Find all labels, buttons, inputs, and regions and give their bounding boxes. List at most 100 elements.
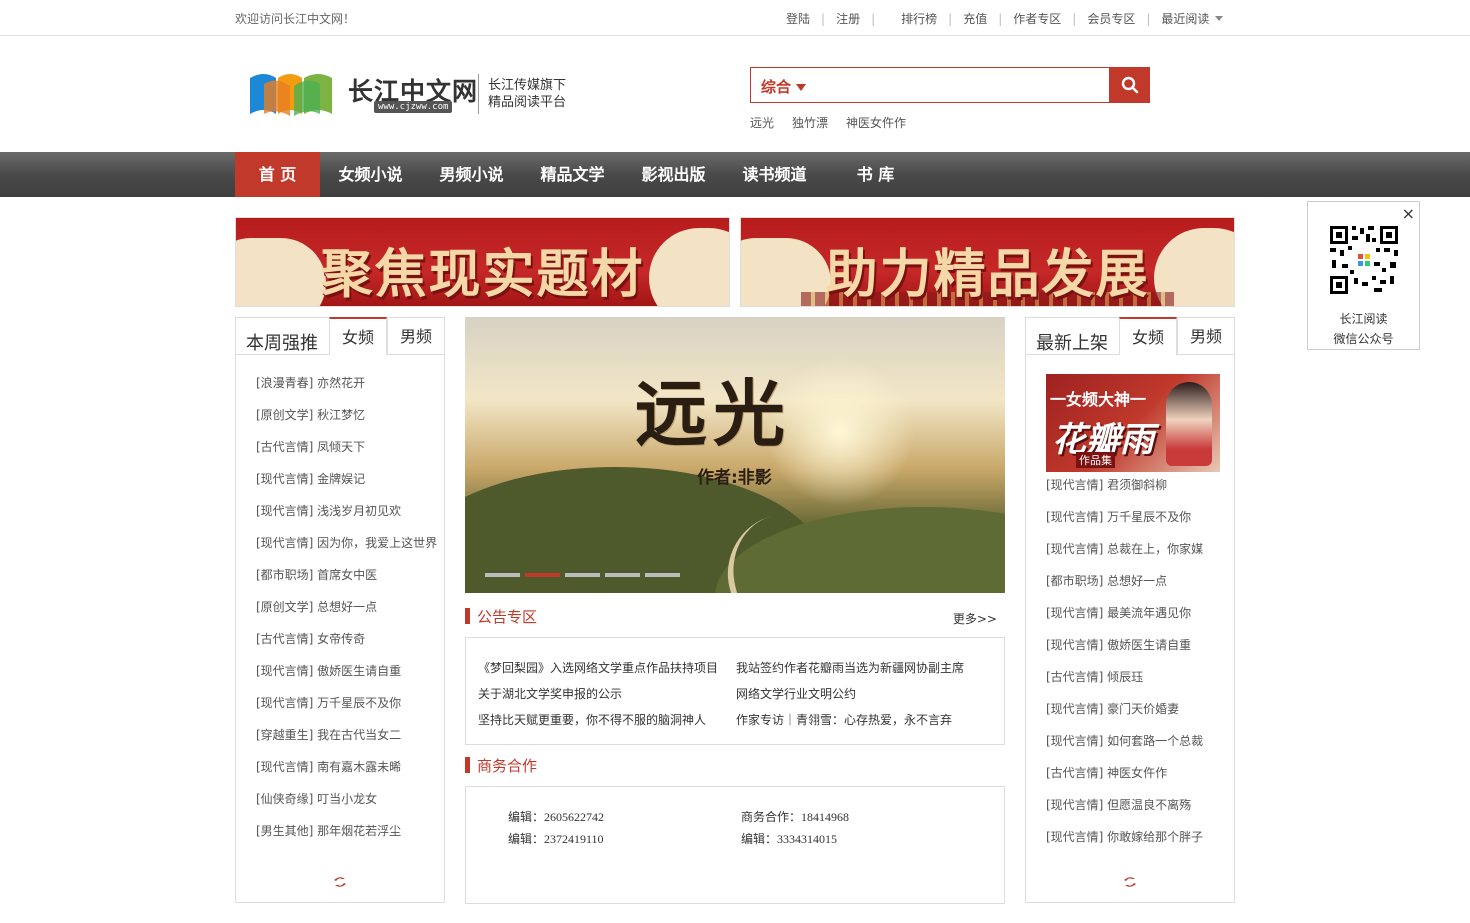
more-link[interactable]: 更多>>: [953, 610, 997, 627]
qr-code-icon: [1328, 224, 1400, 296]
top-links: 登陆 | 注册 | 排行榜 | 充值 | 作者专区 | 会员专区 | 最近阅读: [786, 10, 1224, 27]
list-item[interactable]: [现代言情] 因为你，我爱上这世界: [256, 527, 437, 559]
search-input[interactable]: [817, 72, 1102, 98]
ranking-link[interactable]: 排行榜: [901, 10, 937, 27]
notice-item[interactable]: 《梦回梨园》入选网络文学重点作品扶持项目: [478, 659, 718, 676]
panel-footer-logo-icon: [236, 876, 444, 892]
separator: |: [821, 11, 826, 26]
hotword-link[interactable]: 神医女仵作: [846, 114, 906, 131]
list-item[interactable]: [现代言情] 万千星辰不及你: [256, 687, 437, 719]
contact-item: 商务合作：18414968: [741, 810, 850, 824]
list-item[interactable]: [现代言情] 但愿温良不离殇: [1046, 789, 1203, 821]
nav-male[interactable]: 男频小说: [421, 152, 522, 197]
slogan-line-1: 长江传媒旗下: [488, 78, 567, 93]
qr-label-wechat: 微信公众号: [1333, 332, 1394, 346]
site-logo[interactable]: 长江中文网 www.cjzww.com 长江传媒旗下 精品阅读平台: [246, 64, 576, 120]
banner-realism[interactable]: 聚焦现实题材: [235, 217, 730, 307]
cover-line-1: 一女频大神一: [1050, 390, 1147, 409]
list-item[interactable]: [现代言情] 如何套路一个总裁: [1046, 725, 1203, 757]
nav-home[interactable]: 首 页: [235, 152, 320, 197]
chevron-down-icon[interactable]: [1215, 16, 1224, 21]
nav-literature[interactable]: 精品文学: [522, 152, 623, 197]
list-item[interactable]: [现代言情] 豪门天价婚妻: [1046, 693, 1203, 725]
slider-dot[interactable]: [525, 573, 560, 577]
caret-down-icon: [796, 84, 807, 91]
register-link[interactable]: 注册: [836, 10, 860, 27]
nav-film-publishing[interactable]: 影视出版: [623, 152, 724, 197]
qr-label-app: 长江阅读: [1339, 312, 1388, 326]
nav-library[interactable]: 书 库: [825, 152, 926, 197]
nav-reading-channel[interactable]: 读书频道: [724, 152, 825, 197]
author-zone-link[interactable]: 作者专区: [1013, 10, 1061, 27]
list-item[interactable]: [古代言情] 倾辰珏: [1046, 661, 1203, 693]
search-bar: 综合: [750, 67, 1150, 103]
login-link[interactable]: 登陆: [786, 10, 810, 27]
slider-dot[interactable]: [605, 573, 640, 577]
recharge-link[interactable]: 充值: [963, 10, 987, 27]
list-item[interactable]: [男生其他] 那年烟花若浮尘: [256, 815, 437, 847]
close-icon[interactable]: ×: [1402, 204, 1415, 223]
list-item[interactable]: [古代言情] 神医女仵作: [1046, 757, 1203, 789]
panel-tabs: 本周强推 女频 男频: [236, 317, 445, 355]
list-item[interactable]: [都市职场] 总想好一点: [1046, 565, 1203, 597]
separator: |: [871, 11, 876, 26]
notice-item[interactable]: 网络文学行业文明公约: [736, 685, 856, 702]
list-item[interactable]: [现代言情] 浅浅岁月初见欢: [256, 495, 437, 527]
list-item[interactable]: [现代言情] 南有嘉木露未晞: [256, 751, 437, 783]
new-arrivals-panel: 最新上架 女频 男频 一女频大神一 花瓣雨 作品集 [现代言情] 君须御斜柳 […: [1025, 317, 1235, 903]
list-item[interactable]: [古代言情] 凤倾天下: [256, 431, 437, 463]
notice-item[interactable]: 作家专访｜青翎雪：心存热爱，永不言弃: [736, 711, 952, 728]
recent-reading-link[interactable]: 最近阅读: [1161, 10, 1209, 27]
notice-item[interactable]: 坚持比天赋更重要，你不得不服的脑洞神人: [478, 711, 706, 728]
book-list: [浪漫青春] 亦然花开 [原创文学] 秋江梦忆 [古代言情] 凤倾天下 [现代言…: [256, 367, 437, 847]
hotword-link[interactable]: 独竹漂: [792, 114, 828, 131]
list-item[interactable]: [仙侠奇缘] 叮当小龙女: [256, 783, 437, 815]
notice-item[interactable]: 我站签约作者花瓣雨当选为新疆网协副主席: [736, 659, 964, 676]
search-category-label: 综合: [761, 78, 792, 96]
search-button[interactable]: [1109, 67, 1150, 103]
panel-footer-logo-icon: [1026, 876, 1234, 892]
nav-female[interactable]: 女频小说: [320, 152, 421, 197]
list-item[interactable]: [现代言情] 傲娇医生请自重: [1046, 629, 1203, 661]
list-item[interactable]: [现代言情] 最美流年遇见你: [1046, 597, 1203, 629]
banner-quality[interactable]: 助力精品发展: [740, 217, 1235, 307]
notice-box: 《梦回梨园》入选网络文学重点作品扶持项目 我站签约作者花瓣雨当选为新疆网协副主席…: [465, 637, 1005, 745]
list-item[interactable]: [古代言情] 女帝传奇: [256, 623, 437, 655]
domain-label: www.cjzww.com: [374, 101, 453, 113]
book-cover-image[interactable]: 一女频大神一 花瓣雨 作品集: [1046, 374, 1220, 472]
list-item[interactable]: [都市职场] 首席女中医: [256, 559, 437, 591]
top-bar: 欢迎访问长江中文网！ 登陆 | 注册 | 排行榜 | 充值 | 作者专区 | 会…: [0, 0, 1470, 36]
slider-dot[interactable]: [645, 573, 680, 577]
notice-item[interactable]: 关于湖北文学奖申报的公示: [478, 685, 622, 702]
tab-female[interactable]: 女频: [1119, 317, 1177, 355]
contact-item: 编辑：2372419110: [508, 832, 604, 846]
logo-divider: [478, 74, 479, 114]
slider-book-author: 作者:非影: [697, 468, 772, 488]
list-item[interactable]: [现代言情] 你敢嫁给那个胖子: [1046, 821, 1203, 853]
hotword-link[interactable]: 远光: [750, 114, 774, 131]
slider-dot[interactable]: [485, 573, 520, 577]
book-logo-icon: [250, 74, 332, 116]
tab-male[interactable]: 男频: [387, 317, 445, 354]
search-category-select[interactable]: 综合: [761, 76, 807, 97]
business-header: 商务合作: [465, 755, 1005, 775]
list-item[interactable]: [现代言情] 金牌娱记: [256, 463, 437, 495]
contact-item: 编辑：3334314015: [741, 832, 838, 846]
separator: |: [998, 11, 1003, 26]
list-item[interactable]: [现代言情] 万千星辰不及你: [1046, 501, 1203, 533]
panel-title: 本周强推: [246, 333, 318, 354]
slider-dot[interactable]: [565, 573, 600, 577]
list-item[interactable]: [原创文学] 总想好一点: [256, 591, 437, 623]
tab-female[interactable]: 女频: [329, 317, 387, 355]
list-item[interactable]: [现代言情] 君须御斜柳: [1046, 469, 1203, 501]
search-box: 综合: [750, 67, 1110, 103]
list-item[interactable]: [原创文学] 秋江梦忆: [256, 399, 437, 431]
list-item[interactable]: [穿越重生] 我在古代当女二: [256, 719, 437, 751]
list-item[interactable]: [现代言情] 总裁在上，你家媒: [1046, 533, 1203, 565]
list-item[interactable]: [现代言情] 傲娇医生请自重: [256, 655, 437, 687]
contact-item: 编辑：2605622742: [508, 810, 605, 824]
tab-male[interactable]: 男频: [1177, 317, 1235, 354]
list-item[interactable]: [浪漫青春] 亦然花开: [256, 367, 437, 399]
featured-slider[interactable]: 远光 作者:非影: [465, 317, 1005, 593]
member-zone-link[interactable]: 会员专区: [1087, 10, 1135, 27]
